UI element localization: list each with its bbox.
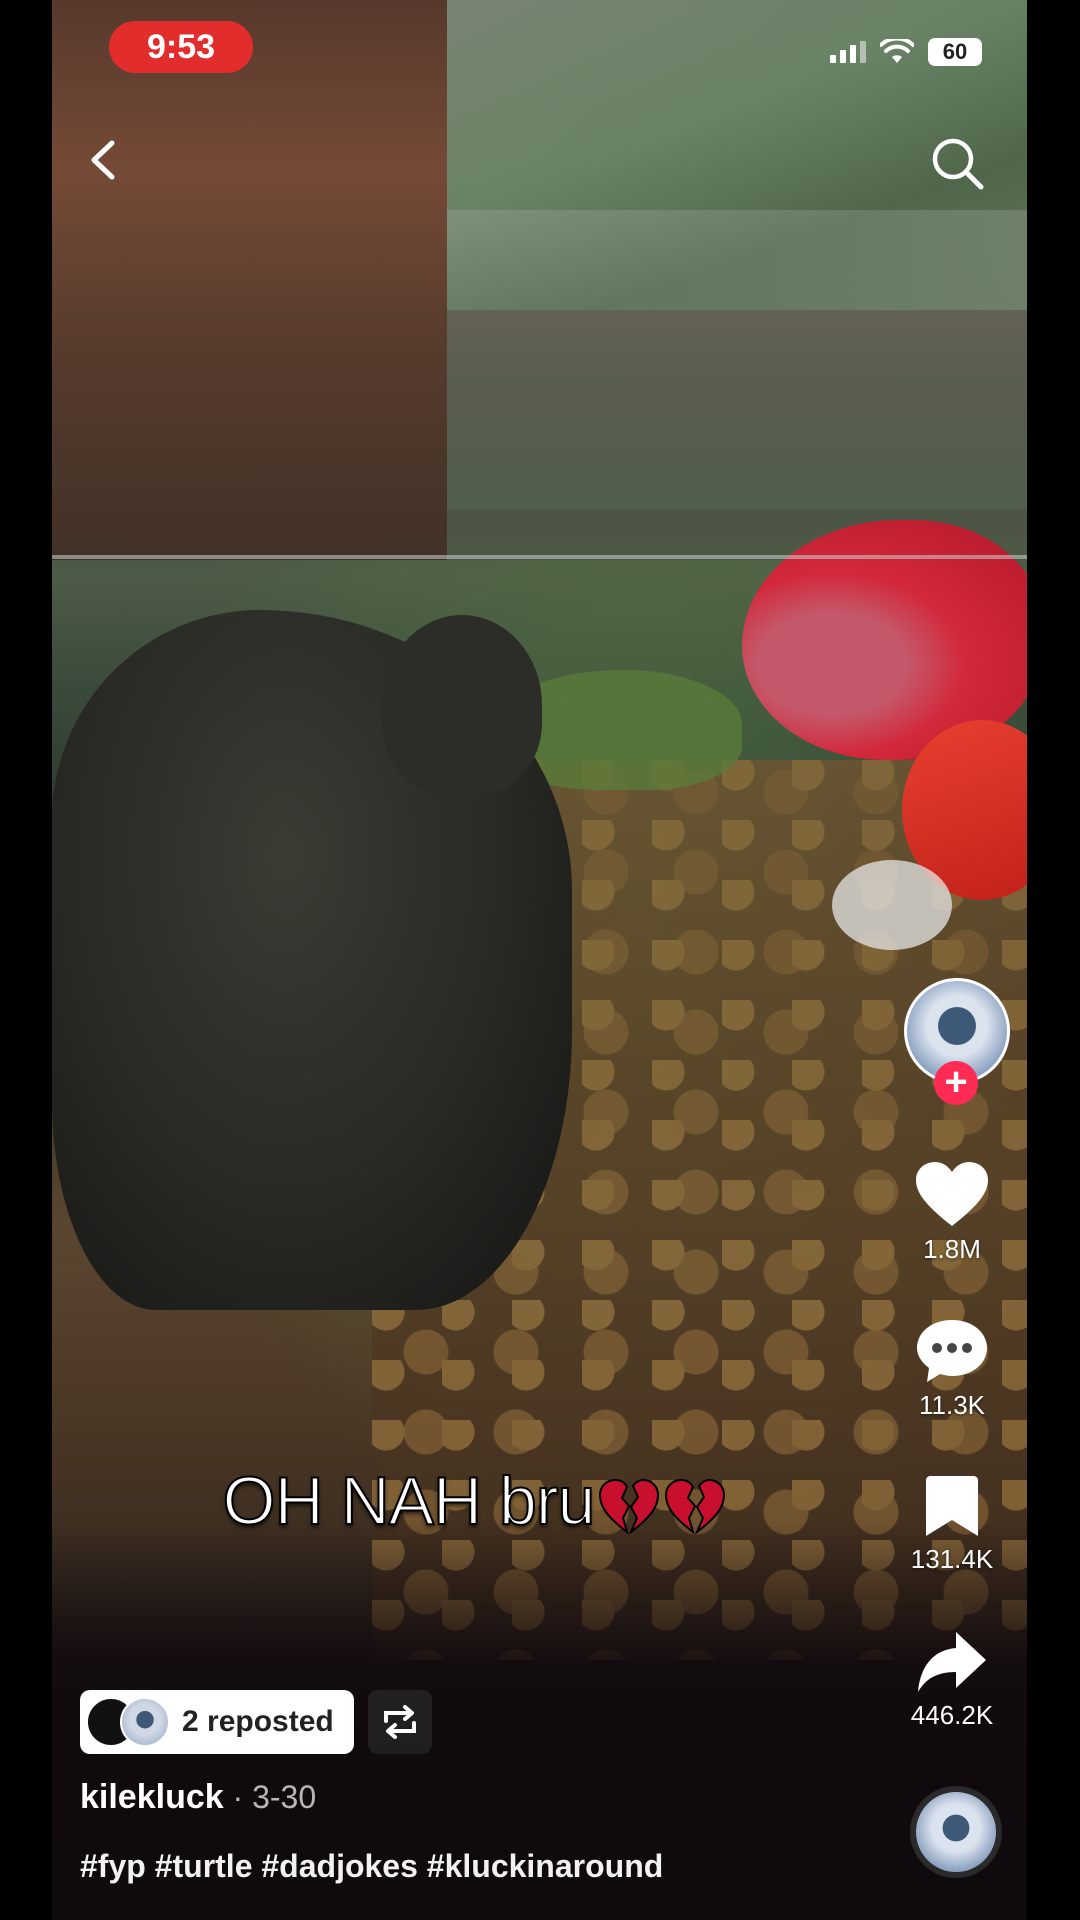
- post-separator: ·: [223, 1779, 253, 1815]
- status-indicators: 60: [830, 38, 982, 66]
- repost-label: 2 reposted: [182, 1705, 334, 1738]
- water-line: [52, 555, 1027, 559]
- like-count: 1.8M: [923, 1234, 981, 1264]
- post-date: 3-30: [252, 1779, 317, 1815]
- broken-heart-icon: [599, 1479, 660, 1535]
- share-arrow-icon: [918, 1632, 986, 1692]
- turtle-head: [382, 615, 542, 795]
- save-button[interactable]: 131.4K: [892, 1474, 1012, 1575]
- share-button[interactable]: 446.2K: [892, 1630, 1012, 1731]
- video-overlay-caption: OH NAH bru: [52, 1462, 897, 1540]
- reposter-avatar: [120, 1697, 170, 1747]
- save-count: 131.4K: [910, 1544, 994, 1574]
- repost-icon: [384, 1705, 416, 1739]
- like-button[interactable]: 1.8M: [892, 1160, 1012, 1265]
- bookmark-icon: [926, 1476, 978, 1536]
- author-line: kilekluck · 3-30: [80, 1778, 316, 1817]
- wifi-icon: [880, 39, 914, 63]
- chevron-left-icon[interactable]: [80, 135, 130, 185]
- reposter-avatars: [86, 1697, 172, 1747]
- video-feed-screen: 9:53 60 + 1.8M 11.3K 131.4K 446.2K OH NA…: [52, 0, 1027, 1920]
- heart-icon: [916, 1162, 988, 1226]
- share-count: 446.2K: [910, 1700, 994, 1730]
- search-icon[interactable]: [927, 133, 987, 193]
- status-time: 9:53: [109, 21, 253, 73]
- comment-button[interactable]: 11.3K: [892, 1318, 1012, 1421]
- comment-count: 11.3K: [918, 1390, 985, 1420]
- aquarium-reflection: [447, 210, 1027, 510]
- comment-icon: [917, 1320, 987, 1382]
- background-wall: [52, 0, 447, 560]
- author-username[interactable]: kilekluck: [80, 1778, 224, 1816]
- goldfish-fin: [832, 860, 952, 950]
- reposted-chip[interactable]: 2 reposted: [80, 1690, 354, 1754]
- overlay-text: OH NAH bru: [222, 1462, 597, 1540]
- broken-heart-icon: [665, 1479, 726, 1535]
- follow-button[interactable]: +: [934, 1061, 978, 1105]
- post-hashtags[interactable]: #fyp #turtle #dadjokes #kluckinaround: [80, 1848, 663, 1885]
- sound-disc[interactable]: [910, 1786, 1002, 1878]
- repost-button[interactable]: [368, 1690, 432, 1754]
- battery-icon: 60: [928, 38, 982, 66]
- signal-icon: [830, 41, 866, 63]
